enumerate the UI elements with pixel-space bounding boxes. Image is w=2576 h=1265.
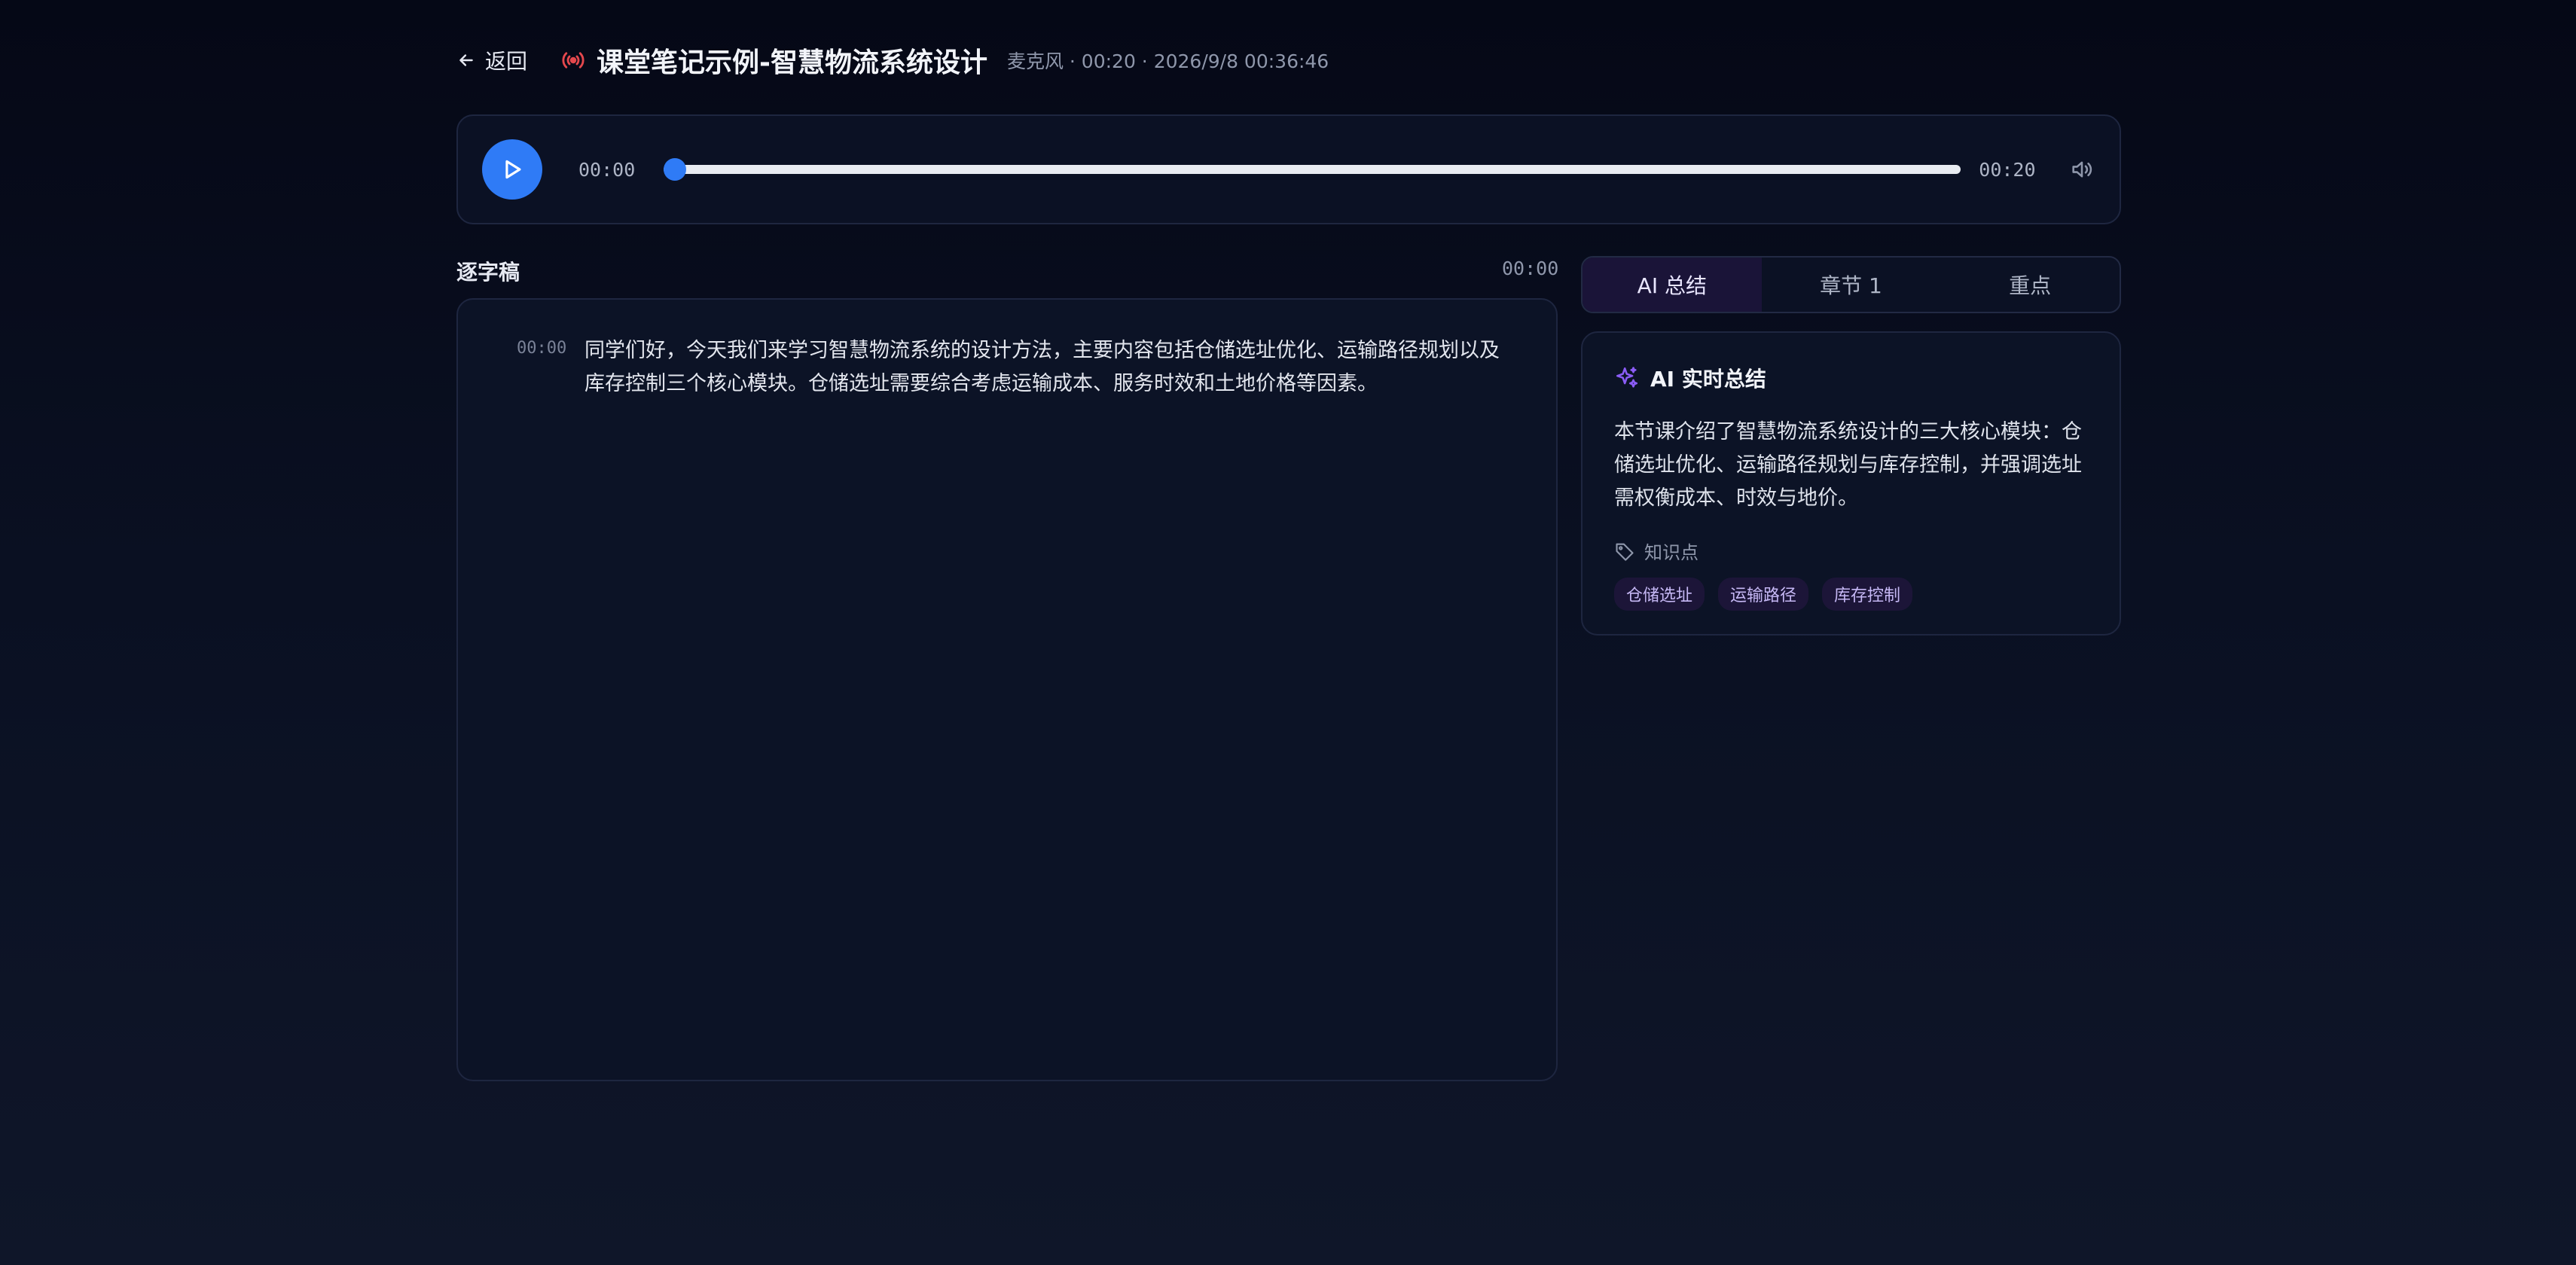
tab-chapter-1[interactable]: 章节 1 [1762,258,1941,312]
tag-icon [1616,543,1634,561]
tab-highlights[interactable]: 重点 [1940,258,2120,312]
volume-icon[interactable] [2069,157,2095,182]
play-icon [505,160,521,179]
ai-summary-card: AI 实时总结 本节课介绍了智慧物流系统设计的三大核心模块：仓储选址优化、运输路… [1581,331,2121,636]
transcript-current-time: 00:00 [1502,258,1559,279]
transcript-title: 逐字稿 [456,260,520,285]
header: 返回 课堂笔记示例-智慧物流系统设计 麦克风 · 00:20 · 2026/9/… [456,39,2121,81]
back-button[interactable]: 返回 [456,45,527,75]
side-tabs: AI 总结 章节 1 重点 [1581,256,2121,313]
sparkles-icon [1616,367,1638,388]
knowledge-tags: 仓储选址 运输路径 库存控制 [1614,578,2088,611]
transcript-panel[interactable]: 00:00 同学们好，今天我们来学习智慧物流系统的设计方法，主要内容包括仓储选址… [456,298,1558,1081]
knowledge-points-label: 知识点 [1644,542,1699,563]
total-time: 00:20 [1979,158,2036,181]
audio-player: 00:00 00:20 [456,114,2121,224]
tab-ai-summary[interactable]: AI 总结 [1583,258,1762,312]
knowledge-tag[interactable]: 仓储选址 [1614,578,1705,611]
knowledge-tag[interactable]: 库存控制 [1822,578,1913,611]
current-time: 00:00 [578,158,636,181]
progress-slider[interactable] [664,158,1961,181]
summary-title: AI 实时总结 [1650,367,1766,392]
arrow-left-icon [459,54,473,66]
recording-icon [560,47,586,73]
knowledge-points-header: 知识点 [1614,538,2088,564]
transcript-segment[interactable]: 00:00 同学们好，今天我们来学习智慧物流系统的设计方法，主要内容包括仓储选址… [517,334,1503,401]
segment-text: 同学们好，今天我们来学习智慧物流系统的设计方法，主要内容包括仓储选址优化、运输路… [584,339,1500,395]
play-button[interactable] [482,139,542,200]
summary-header: AI 实时总结 [1614,363,2088,393]
progress-thumb[interactable] [664,158,687,181]
back-label: 返回 [485,49,528,74]
page-title: 课堂笔记示例-智慧物流系统设计 [597,47,987,78]
knowledge-tag[interactable]: 运输路径 [1718,578,1809,611]
recording-meta: 麦克风 · 00:20 · 2026/9/8 00:36:46 [1006,50,1329,72]
summary-text: 本节课介绍了智慧物流系统设计的三大核心模块：仓储选址优化、运输路径规划与库存控制… [1614,420,2082,510]
segment-time[interactable]: 00:00 [517,334,574,358]
